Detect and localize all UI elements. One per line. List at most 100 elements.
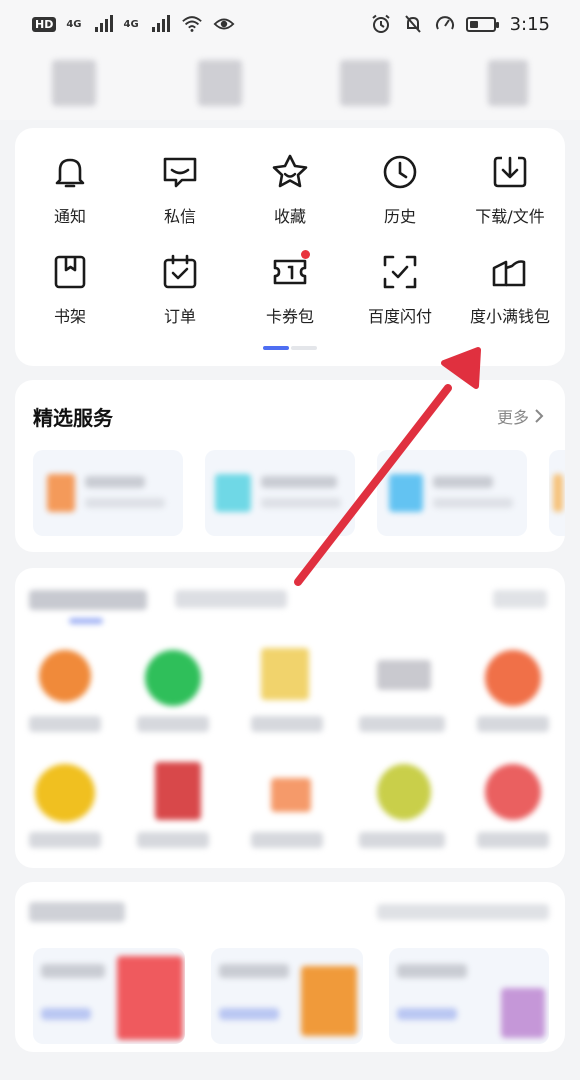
featured-services-card: 精选服务 更多: [15, 380, 565, 552]
shortcut-label: 收藏: [273, 207, 306, 226]
blurred-text: [261, 498, 341, 508]
blurred-apps-card: [15, 568, 565, 868]
battery-icon: [465, 16, 499, 32]
chevron-right-icon: [535, 409, 544, 423]
shortcut-label: 书架: [53, 307, 86, 326]
blurred-app-label: [477, 716, 549, 732]
blurred-header-strip: [0, 48, 580, 120]
blurred-text: [219, 1008, 279, 1020]
shortcut-coupons[interactable]: 卡券包: [235, 250, 345, 352]
mute-bell-icon: [404, 15, 421, 33]
service-tile[interactable]: [33, 450, 183, 536]
blurred-app-label: [251, 832, 323, 848]
message-icon: [163, 157, 197, 188]
shortcut-bookshelf[interactable]: 书架: [15, 252, 125, 352]
blurred-text: [85, 498, 165, 508]
shortcut-card: 通知 私信 收藏 历史 下载/文件 书架 订单 卡券包 百度闪付 度小满钱包: [15, 128, 565, 366]
blurred-subtitle: [377, 904, 549, 920]
blurred-text: [41, 964, 105, 978]
blurred-app-label: [29, 716, 101, 732]
blurred-text: [219, 964, 289, 978]
signal-label-1: 4G: [66, 18, 82, 30]
cell-signal-icon: [151, 15, 170, 32]
blurred-app-icon[interactable]: [377, 764, 431, 820]
clock-icon: [383, 155, 417, 189]
blurred-tab: [493, 590, 547, 608]
shortcut-label: 下载/文件: [475, 207, 545, 226]
shortcut-baidu-pay[interactable]: 百度闪付: [345, 252, 455, 352]
promo-tile[interactable]: [33, 948, 185, 1044]
page-dot-inactive: [291, 346, 317, 350]
blurred-tab: [175, 590, 287, 608]
blurred-app-icon[interactable]: [271, 778, 311, 812]
shortcut-wallet[interactable]: 度小满钱包: [455, 252, 565, 352]
service-tile[interactable]: [205, 450, 355, 536]
promo-tile[interactable]: [389, 948, 549, 1044]
blurred-app-icon[interactable]: [377, 660, 431, 690]
blurred-app-label: [477, 832, 549, 848]
service-tile-partial[interactable]: [549, 450, 565, 536]
blurred-text: [397, 1008, 457, 1020]
more-link[interactable]: 更多: [497, 404, 545, 428]
blurred-image: [301, 966, 357, 1036]
blurred-app-label: [251, 716, 323, 732]
scan-pay-icon: [383, 255, 417, 289]
blurred-icon: [47, 474, 75, 512]
page-dot-active: [263, 346, 289, 350]
clock-time: 3:15: [509, 13, 550, 35]
calendar-check-icon: [163, 254, 197, 289]
promo-tile[interactable]: [211, 948, 363, 1044]
shortcut-history[interactable]: 历史: [345, 152, 455, 252]
shortcut-label: 私信: [163, 207, 196, 226]
shortcut-label: 百度闪付: [367, 307, 432, 326]
shortcut-label: 度小满钱包: [469, 307, 550, 326]
blurred-title: [29, 902, 125, 922]
blurred-item: [198, 60, 242, 106]
shortcut-grid: 通知 私信 收藏 历史 下载/文件 书架 订单 卡券包 百度闪付 度小满钱包: [15, 128, 565, 352]
blurred-app-label: [137, 832, 209, 848]
blurred-app-icon[interactable]: [155, 762, 201, 820]
shortcut-notification[interactable]: 通知: [15, 152, 125, 252]
blurred-text: [397, 964, 467, 978]
shortcut-messages[interactable]: 私信: [125, 152, 235, 252]
blurred-text: [41, 1008, 91, 1020]
speedometer-icon: [435, 16, 454, 30]
blurred-app-icon[interactable]: [39, 650, 91, 702]
cell-signal-icon: [94, 15, 113, 32]
bookshelf-icon: [54, 255, 86, 289]
blurred-app-icon[interactable]: [35, 764, 95, 822]
more-label: 更多: [496, 408, 529, 427]
blurred-app-label: [137, 716, 209, 732]
alarm-icon: [371, 14, 390, 33]
blurred-app-icon[interactable]: [485, 650, 541, 706]
star-icon: [272, 154, 308, 188]
shortcut-label: 卡券包: [265, 307, 314, 326]
blurred-text: [433, 498, 513, 508]
bell-icon: [55, 158, 85, 188]
blurred-text: [261, 476, 337, 488]
status-left: HD 4G 4G: [32, 14, 235, 34]
shortcut-orders[interactable]: 订单: [125, 252, 235, 352]
blurred-app-icon[interactable]: [145, 650, 201, 706]
hd-badge: HD: [32, 16, 57, 32]
shortcut-label: 历史: [383, 207, 416, 226]
blurred-promo-card: [15, 882, 565, 1052]
blurred-icon: [553, 474, 563, 512]
blurred-tab: [29, 590, 147, 610]
blurred-image: [117, 956, 183, 1040]
blurred-app-icon[interactable]: [261, 648, 309, 700]
blurred-text: [85, 476, 145, 488]
shortcut-label: 订单: [163, 307, 196, 326]
status-right: 3:15: [370, 14, 550, 35]
blurred-image: [501, 988, 545, 1038]
blurred-icon: [215, 474, 251, 512]
shortcut-downloads[interactable]: 下载/文件: [455, 152, 565, 252]
blurred-app-label: [359, 832, 445, 848]
blurred-tab-indicator: [69, 618, 103, 624]
service-tile[interactable]: [377, 450, 527, 536]
shortcut-label: 通知: [53, 207, 86, 226]
shortcut-favorites[interactable]: 收藏: [235, 152, 345, 252]
signal-label-2: 4G: [123, 18, 139, 30]
blurred-app-icon[interactable]: [485, 764, 541, 820]
wallet-icon: [492, 260, 526, 287]
